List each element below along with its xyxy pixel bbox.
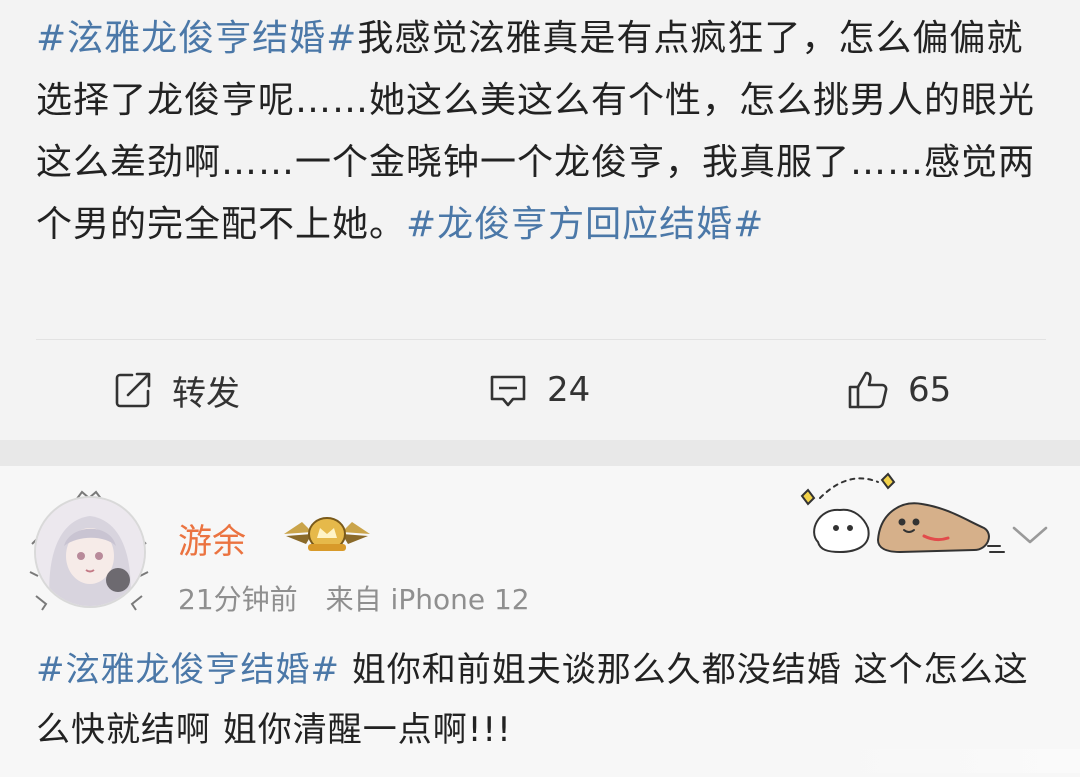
comment-meta: 21分钟前 来自 iPhone 12 (178, 578, 530, 618)
like-count: 65 (908, 370, 952, 410)
post-hashtag-2[interactable]: #龙俊亨方回应结婚# (406, 204, 764, 245)
puppy-sticker-icon (788, 472, 1008, 566)
comment-source: 来自 iPhone 12 (325, 583, 530, 616)
comment-body: #泫雅龙俊亨结婚# 姐你和前姐夫谈那么久都没结婚 这个怎么这么快就结啊 姐你清醒… (36, 640, 1056, 760)
comment-time: 21分钟前 (178, 583, 298, 616)
comment-button[interactable]: 24 (487, 368, 590, 412)
repost-button[interactable]: 转发 (112, 368, 240, 414)
vip-badge-icon (282, 514, 372, 558)
post-hashtag-1[interactable]: #泫雅龙俊亨结婚# (36, 18, 357, 59)
avatar[interactable] (34, 496, 146, 608)
thumbs-up-icon (846, 368, 890, 412)
username[interactable]: 游余 (178, 514, 246, 563)
chevron-down-icon[interactable] (1010, 522, 1050, 552)
like-button[interactable]: 65 (846, 368, 951, 412)
watermark-fade (840, 749, 1080, 773)
post-body: #泫雅龙俊亨结婚#我感觉泫雅真是有点疯狂了，怎么偏偏就选择了龙俊亨呢……她这么美… (36, 8, 1046, 256)
section-separator (0, 440, 1080, 466)
comment-hashtag[interactable]: #泫雅龙俊亨结婚# (36, 650, 340, 690)
edit-share-icon (112, 369, 154, 411)
comment-count: 24 (547, 370, 591, 410)
repost-label: 转发 (172, 373, 240, 414)
comment-bubble-icon (487, 369, 529, 411)
comment-item: 游余 21分钟前 来自 iPhone 12 #泫雅龙俊亨结婚# 姐你和前姐夫谈那… (0, 466, 1080, 777)
action-bar: 转发 24 65 (0, 340, 1080, 440)
